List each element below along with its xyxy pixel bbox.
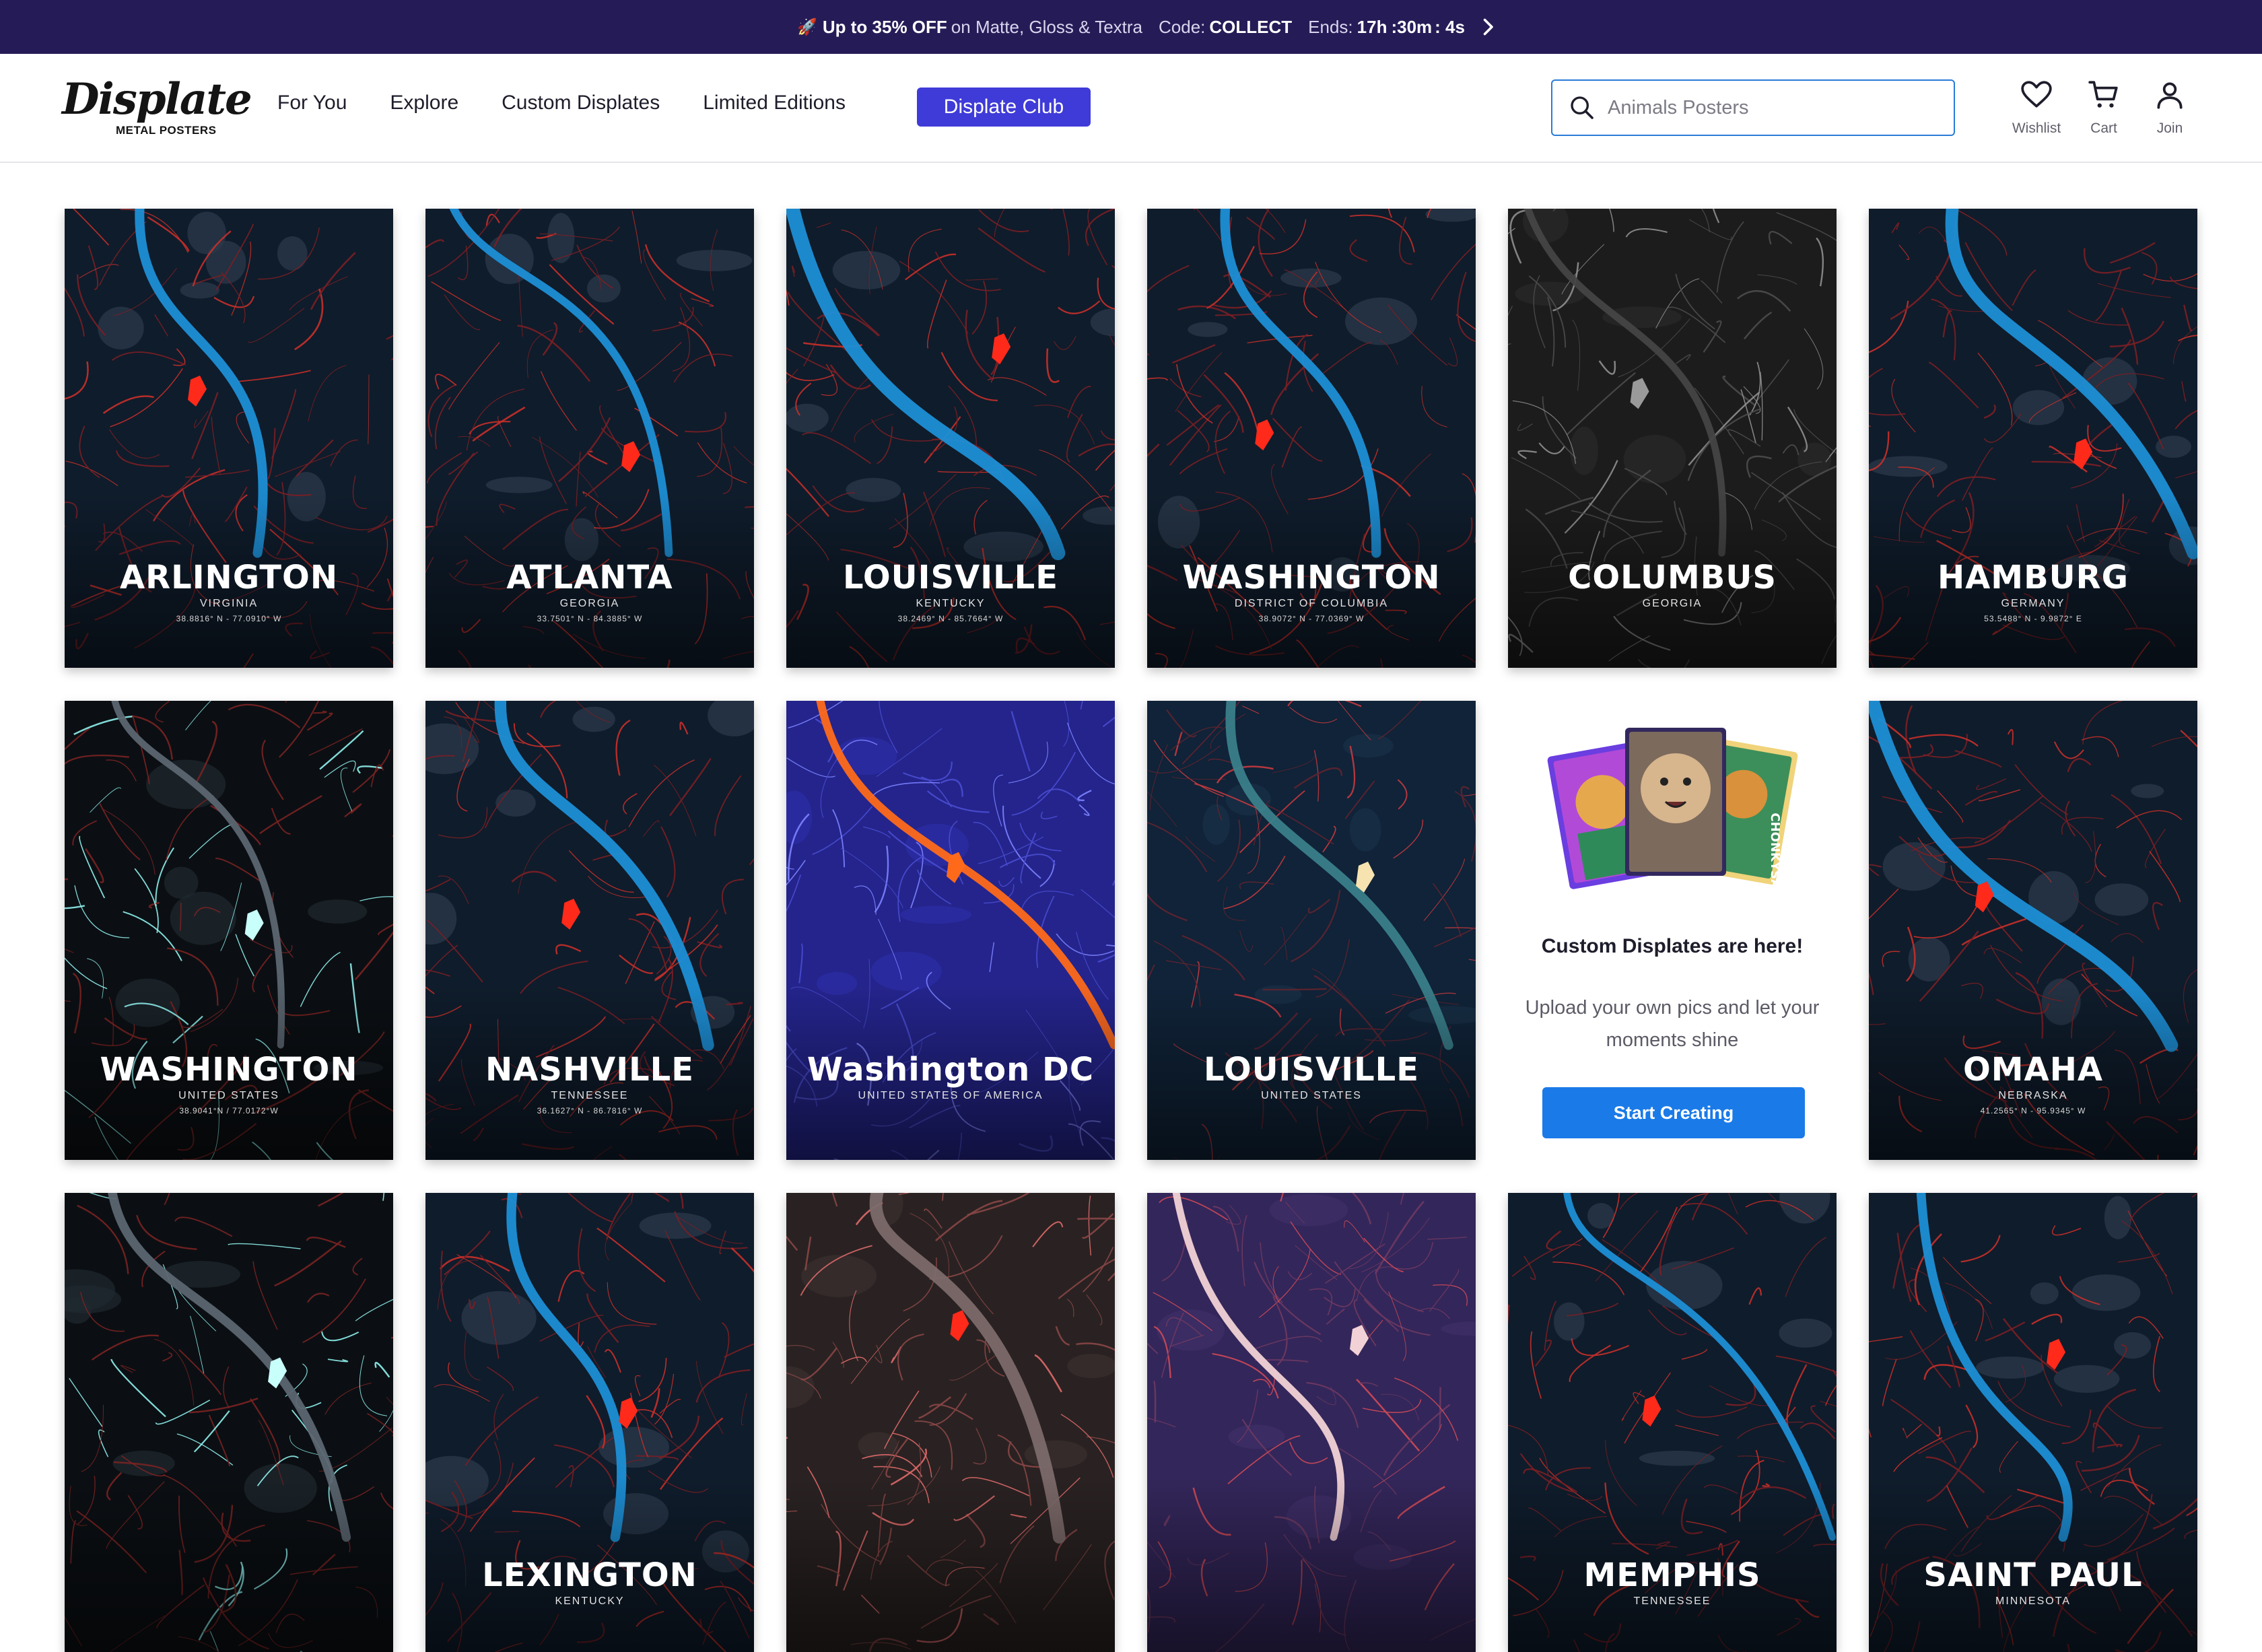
poster-card[interactable]: OMAHA NEBRASKA 41.2565° N - 95.9345° W: [1869, 701, 2197, 1160]
poster-city: LEXINGTON: [482, 1556, 697, 1594]
nav-explore[interactable]: Explore: [390, 92, 458, 114]
poster-card[interactable]: [786, 1193, 1115, 1652]
chevron-right-icon[interactable]: [1476, 15, 1500, 39]
cart-icon: [2088, 81, 2118, 108]
poster-region: NEBRASKA: [1998, 1090, 2068, 1101]
poster-card[interactable]: WASHINGTON DISTRICT OF COLUMBIA 38.9072° N…: [1147, 209, 1476, 668]
displate-logo[interactable]: Displate METAL POSTERS: [62, 74, 252, 141]
timer-seconds: : 4s: [1435, 16, 1465, 37]
poster-region: UNITED STATES: [178, 1090, 279, 1101]
join-label: Join: [2156, 121, 2183, 136]
promo-card-description: Upload your own pics and let your moment…: [1508, 992, 1837, 1056]
poster-card[interactable]: [65, 1193, 393, 1652]
timer-minutes: :30m: [1391, 16, 1433, 37]
search-bar[interactable]: [1551, 79, 1955, 136]
promo-banner[interactable]: 🚀 Up to 35% OFF on Matte, Gloss & Textra…: [0, 0, 2262, 54]
user-icon: [2157, 82, 2183, 109]
promo-on-text: on Matte, Gloss & Textra: [951, 16, 1142, 37]
join-button[interactable]: Join: [2139, 78, 2200, 137]
poster-coordinates: 38.8816° N - 77.0910° W: [176, 614, 282, 623]
search-icon: [1571, 96, 1593, 119]
promo-ends-label: Ends:: [1308, 16, 1353, 37]
poster-region: DISTRICT OF COLUMBIA: [1234, 598, 1389, 609]
poster-city: ARLINGTON: [120, 559, 338, 596]
custom-displates-promo-card: CHONKYSAURUS Custom Displates are here! …: [1508, 701, 1837, 1160]
poster-region: KENTUCKY: [916, 598, 986, 609]
poster-city: Washington DC: [807, 1051, 1095, 1089]
cart-label: Cart: [2090, 121, 2117, 136]
poster-city: MEMPHIS: [1583, 1556, 1761, 1594]
logo-subtitle: METAL POSTERS: [116, 124, 217, 137]
poster-city: NASHVILLE: [485, 1051, 695, 1089]
cart-button[interactable]: Cart: [2074, 78, 2134, 137]
timer-hours: 17h: [1357, 16, 1387, 37]
heart-icon: [2021, 81, 2052, 108]
poster-card[interactable]: LOUISVILLE UNITED STATES: [1147, 701, 1476, 1160]
poster-card[interactable]: WASHINGTON UNITED STATES 38.9041°N / 77.01…: [65, 701, 393, 1160]
poster-coordinates: 38.9072° N - 77.0369° W: [1258, 614, 1365, 623]
rocket-icon: 🚀: [797, 18, 817, 36]
poster-city: LOUISVILLE: [1203, 1051, 1420, 1089]
svg-text:CHONKYSAURUS: CHONKYSAURUS: [1768, 813, 1782, 909]
poster-city: WASHINGTON: [100, 1051, 358, 1089]
poster-city: COLUMBUS: [1568, 559, 1777, 596]
poster-region: KENTUCKY: [555, 1595, 625, 1607]
main-nav: For You Explore Custom Displates Limited…: [277, 92, 889, 114]
poster-region: GEORGIA: [559, 598, 620, 609]
poster-card[interactable]: MEMPHIS TENNESSEE: [1508, 1193, 1837, 1652]
poster-region: UNITED STATES OF AMERICA: [858, 1090, 1043, 1101]
poster-card[interactable]: LOUISVILLE KENTUCKY 38.2469° N - 85.7664° …: [786, 209, 1115, 668]
poster-card[interactable]: HAMBURG GERMANY 53.5488° N - 9.9872° E: [1869, 209, 2197, 668]
poster-coordinates: 38.2469° N - 85.7664° W: [897, 614, 1004, 623]
poster-region: GERMANY: [2001, 598, 2065, 609]
site-header: Displate METAL POSTERS For You Explore C…: [0, 54, 2262, 163]
poster-card[interactable]: LEXINGTON KENTUCKY: [425, 1193, 754, 1652]
poster-shade: [1147, 1477, 1476, 1652]
poster-coordinates: 38.9041°N / 77.0172°W: [179, 1106, 279, 1115]
poster-coordinates: 53.5488° N - 9.9872° E: [1984, 614, 2082, 623]
poster-region: TENNESSEE: [551, 1090, 629, 1101]
wishlist-label: Wishlist: [2012, 121, 2061, 136]
search-input[interactable]: [1608, 96, 1931, 119]
promo-deal: Up to 35% OFF: [822, 16, 947, 37]
poster-region: GEORGIA: [1642, 598, 1703, 609]
poster-shade: [65, 1477, 393, 1652]
promo-code-label: Code:: [1159, 16, 1206, 37]
poster-city: ATLANTA: [506, 559, 673, 596]
promo-card-title: Custom Displates are here!: [1541, 935, 1804, 957]
poster-card[interactable]: SAINT PAUL MINNESOTA: [1869, 1193, 2197, 1652]
poster-region: UNITED STATES: [1261, 1090, 1362, 1101]
poster-card[interactable]: ATLANTA GEORGIA 33.7501° N - 84.3885° W: [425, 209, 754, 668]
poster-city: SAINT PAUL: [1923, 1556, 2143, 1594]
poster-city: WASHINGTON: [1182, 559, 1441, 596]
wishlist-button[interactable]: Wishlist: [2006, 78, 2067, 137]
logo-word: Displate: [62, 74, 252, 125]
displate-club-button[interactable]: Displate Club: [917, 88, 1091, 127]
poster-city: OMAHA: [1962, 1051, 2104, 1089]
poster-city: HAMBURG: [1937, 559, 2129, 596]
poster-coordinates: 41.2565° N - 95.9345° W: [1980, 1106, 2086, 1115]
poster-card[interactable]: ARLINGTON VIRGINIA 38.8816° N - 77.0910° W: [65, 209, 393, 668]
nav-custom-displates[interactable]: Custom Displates: [502, 92, 660, 114]
promo-card-desc-line-2: moments shine: [1606, 1029, 1739, 1051]
poster-card[interactable]: Washington DC UNITED STATES OF AMERICA: [786, 701, 1115, 1160]
poster-card[interactable]: [1147, 1193, 1476, 1652]
promo-card-desc-line-1: Upload your own pics and let your: [1525, 997, 1820, 1019]
poster-card[interactable]: COLUMBUS GEORGIA: [1508, 209, 1837, 668]
custom-displates-collage-image: CHONKYSAURUS: [1547, 728, 1798, 909]
poster-region: MINNESOTA: [1995, 1595, 2071, 1607]
start-creating-button[interactable]: Start Creating: [1542, 1087, 1805, 1138]
poster-card[interactable]: NASHVILLE TENNESSEE 36.1627° N - 86.7816° …: [425, 701, 754, 1160]
poster-city: LOUISVILLE: [842, 559, 1059, 596]
nav-for-you[interactable]: For You: [277, 92, 347, 114]
poster-coordinates: 33.7501° N - 84.3885° W: [537, 614, 643, 623]
poster-coordinates: 36.1627° N - 86.7816° W: [537, 1106, 643, 1115]
poster-region: TENNESSEE: [1633, 1595, 1711, 1607]
nav-limited-editions[interactable]: Limited Editions: [703, 92, 846, 114]
promo-code: COLLECT: [1209, 16, 1293, 37]
poster-shade: [786, 1477, 1115, 1652]
poster-region: VIRGINIA: [199, 598, 259, 609]
